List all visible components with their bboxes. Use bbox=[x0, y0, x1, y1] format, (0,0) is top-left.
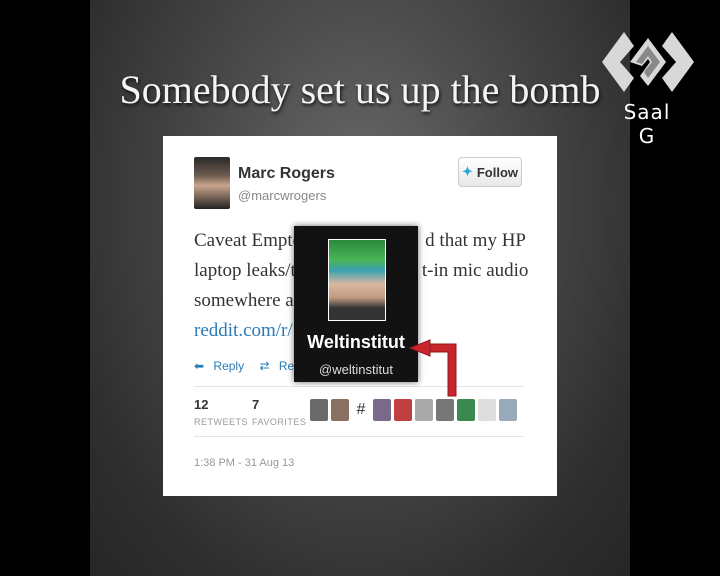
author-avatar[interactable] bbox=[194, 157, 230, 209]
author-handle[interactable]: @marcwrogers bbox=[238, 188, 326, 203]
popup-avatar bbox=[328, 239, 386, 321]
retweeter-avatar[interactable] bbox=[373, 399, 391, 421]
follow-button[interactable]: ✦ Follow bbox=[458, 157, 522, 187]
room-label: Saal G bbox=[623, 100, 671, 148]
favorites-label: FAVORITES bbox=[252, 417, 307, 427]
slide-title: Somebody set us up the bomb bbox=[119, 67, 601, 112]
divider bbox=[194, 386, 524, 387]
reply-icon: ⬅ bbox=[194, 359, 205, 373]
red-arrow-icon bbox=[408, 339, 457, 397]
twitter-bird-icon: ✦ bbox=[461, 164, 473, 179]
author-name[interactable]: Marc Rogers bbox=[238, 165, 335, 183]
retweeter-avatar[interactable] bbox=[499, 399, 517, 421]
retweeter-avatars: # bbox=[310, 399, 517, 421]
retweeter-avatar[interactable] bbox=[310, 399, 328, 421]
retweeter-avatar[interactable] bbox=[415, 399, 433, 421]
reply-action[interactable]: ⬅ Reply bbox=[194, 359, 250, 373]
tweet-link[interactable]: reddit.com/r/ bbox=[194, 320, 293, 342]
hashtag-avatar[interactable]: # bbox=[352, 399, 370, 421]
profile-popup: Weltinstitut @weltinstitut bbox=[294, 226, 418, 382]
retweeter-avatar[interactable] bbox=[331, 399, 349, 421]
retweeter-avatar[interactable] bbox=[436, 399, 454, 421]
retweeter-avatar[interactable] bbox=[394, 399, 412, 421]
popup-handle: @weltinstitut bbox=[319, 362, 393, 377]
tweet-timestamp[interactable]: 1:38 PM - 31 Aug 13 bbox=[194, 457, 294, 469]
conference-logo bbox=[602, 32, 694, 92]
tweet-text-line-3: somewhere ar bbox=[194, 290, 301, 311]
retweets-count[interactable]: 12 bbox=[194, 397, 208, 412]
favorites-count[interactable]: 7 bbox=[252, 397, 259, 412]
retweets-label: RETWEETS bbox=[194, 417, 249, 427]
divider bbox=[194, 436, 524, 437]
follow-label: Follow bbox=[476, 164, 519, 180]
retweeter-avatar[interactable] bbox=[457, 399, 475, 421]
popup-name: Weltinstitut bbox=[307, 332, 405, 352]
retweet-icon: ⇄ bbox=[259, 359, 270, 373]
retweeter-avatar[interactable] bbox=[478, 399, 496, 421]
